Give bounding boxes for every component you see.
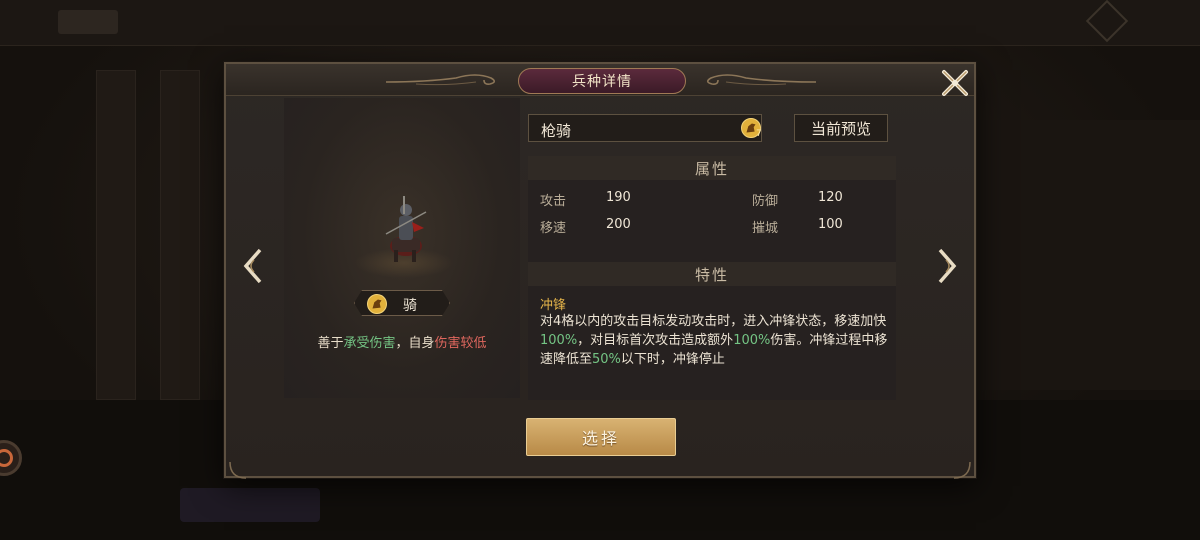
corner-ornament	[229, 461, 247, 479]
background-button	[180, 488, 320, 522]
current-preview-button[interactable]: 当前预览	[794, 114, 888, 142]
select-button[interactable]: 选择	[526, 418, 676, 456]
siege-label: 摧城	[752, 221, 779, 236]
desc-strength: 承受伤害	[343, 336, 396, 351]
desc-text: ，自身	[395, 336, 435, 351]
siege-value: 100	[818, 217, 843, 232]
attributes-panel: 属性 攻击 190 防御 120 移速 200 摧城 100 特性 冲锋 对4格…	[528, 156, 896, 400]
speed-value: 200	[606, 217, 631, 232]
dialog-header: 兵种详情	[226, 64, 974, 96]
unit-detail-dialog: 兵种详情 骑 善于承受伤害，自身伤害较低 枪骑 7 当前预览 属性 攻击 190…	[224, 62, 976, 479]
trait-description: 对4格以内的攻击目标发动攻击时，进入冲锋状态，移速加快 100%，对目标首次攻击造…	[540, 312, 888, 369]
close-button[interactable]	[938, 66, 972, 100]
desc-text: 善于	[317, 336, 344, 351]
unit-preview-panel: 骑 善于承受伤害，自身伤害较低	[284, 98, 520, 398]
trait-text: ，对目标首次攻击造成额外	[577, 333, 734, 348]
unit-type-tag: 骑	[354, 290, 450, 316]
background-column	[96, 70, 136, 400]
background-close-icon	[1085, 0, 1129, 43]
defense-value: 120	[818, 190, 843, 205]
horse-icon	[367, 294, 387, 314]
background-topbar	[0, 0, 1200, 46]
header-ornament-left	[386, 74, 496, 86]
background-title	[58, 10, 118, 34]
lancer-cavalry-figure	[385, 196, 427, 262]
unit-type-label: 骑	[403, 298, 417, 314]
background-column	[160, 70, 200, 400]
unit-name-box: 枪骑 7	[528, 114, 762, 142]
defense-label: 防御	[752, 194, 779, 209]
attack-label: 攻击	[540, 194, 567, 209]
unit-icon-badge: 7	[756, 129, 762, 139]
trait-value: 100%	[733, 333, 771, 348]
speed-label: 移速	[540, 221, 567, 236]
left-arrow-icon[interactable]	[242, 248, 264, 284]
unit-name: 枪骑	[541, 122, 572, 140]
traits-heading: 特性	[528, 262, 896, 286]
unit-type-description: 善于承受伤害，自身伤害较低	[284, 332, 520, 351]
attributes-heading: 属性	[528, 156, 896, 180]
header-ornament-right	[706, 74, 816, 86]
trait-text: 以下时，冲锋停止	[620, 352, 725, 367]
attack-value: 190	[606, 190, 631, 205]
right-arrow-icon[interactable]	[936, 248, 958, 284]
background-right-panel	[976, 120, 1200, 390]
trait-value: 100%	[540, 333, 578, 348]
desc-weakness: 伤害较低	[434, 336, 487, 351]
dialog-title: 兵种详情	[518, 68, 686, 94]
corner-ornament	[953, 461, 971, 479]
trait-text: 对4格以内的攻击目标发动攻击时，进入冲锋状态，移速加快	[540, 314, 887, 329]
trait-value: 50%	[592, 352, 621, 367]
close-icon	[942, 70, 968, 96]
trait-name: 冲锋	[540, 298, 567, 313]
